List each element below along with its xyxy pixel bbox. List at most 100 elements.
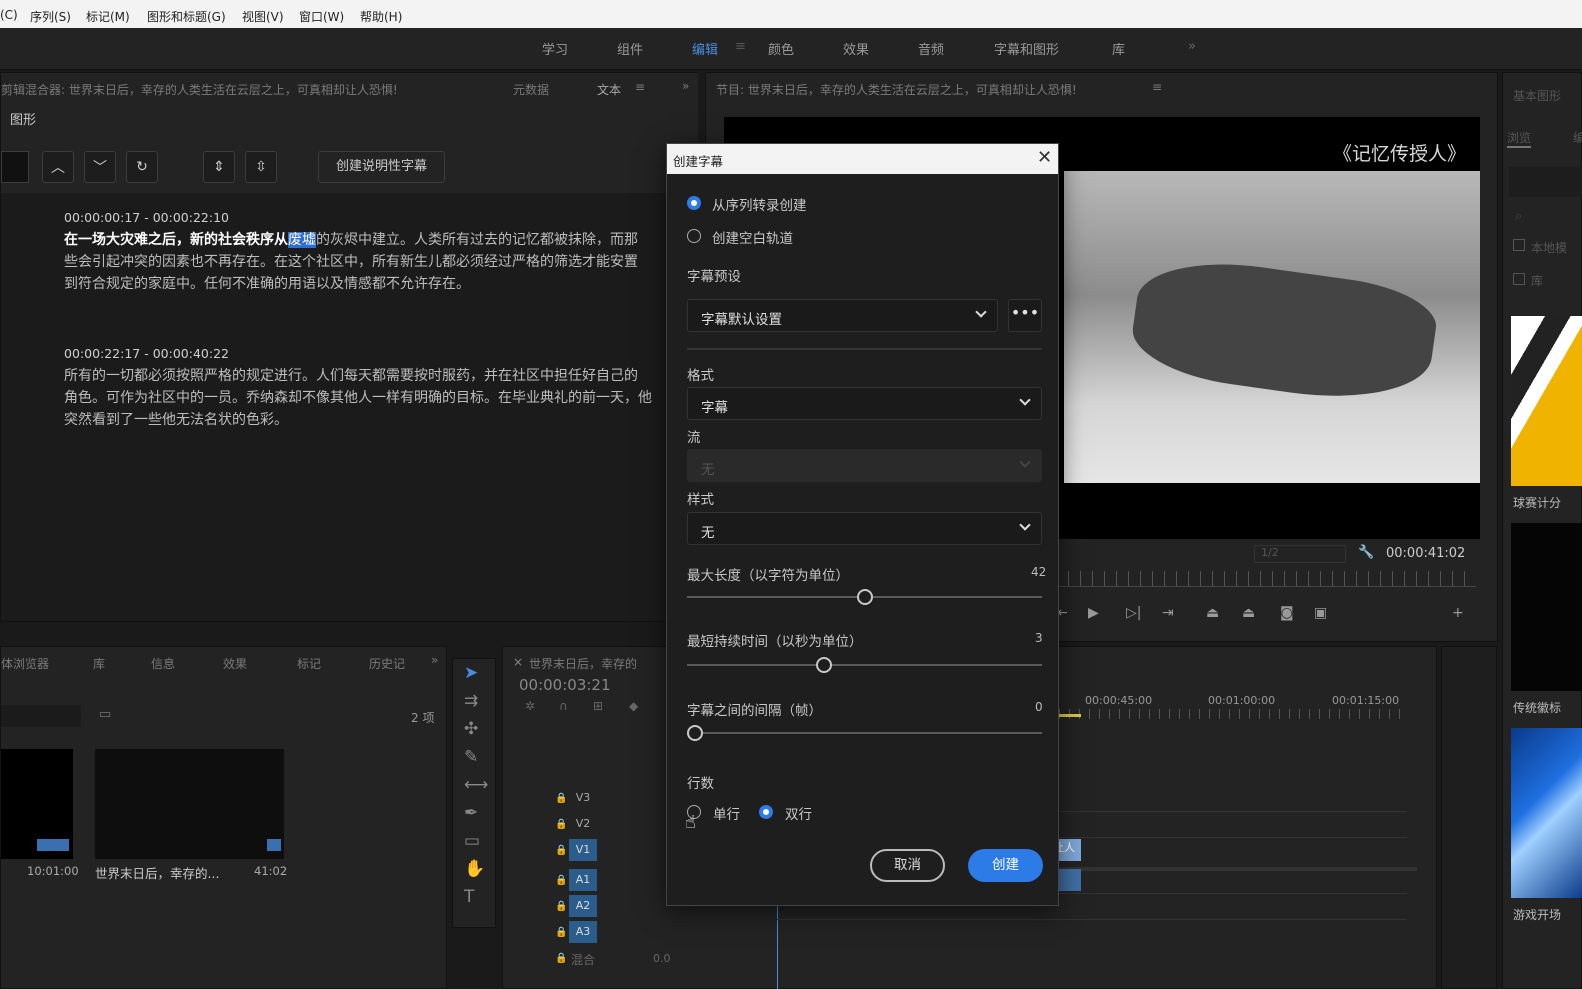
- project-search-input[interactable]: [1, 705, 81, 727]
- menu-help[interactable]: 帮助(H): [360, 8, 402, 25]
- single-line-label[interactable]: 单行: [713, 803, 740, 823]
- option-from-transcript-label[interactable]: 从序列转录创建: [712, 194, 807, 214]
- template-thumb-game[interactable]: [1511, 728, 1582, 898]
- create-button[interactable]: 创建: [968, 849, 1043, 882]
- panel-overflow-icon[interactable]: »: [431, 653, 438, 667]
- close-tab-icon[interactable]: ×: [513, 655, 523, 669]
- split-caption-icon[interactable]: ⇕: [203, 151, 235, 183]
- option-blank-track-label[interactable]: 创建空白轨道: [712, 227, 793, 247]
- panel-overflow-icon[interactable]: »: [682, 79, 689, 93]
- search-field[interactable]: [1, 151, 29, 183]
- menu-markers[interactable]: 标记(M): [86, 8, 130, 25]
- workspace-editing[interactable]: 编辑: [692, 39, 718, 58]
- search-icon[interactable]: ⌕: [1515, 209, 1522, 224]
- timeline-ruler[interactable]: [1059, 709, 1404, 719]
- radio-double-line[interactable]: [759, 805, 773, 819]
- template-thumb-scoreboard[interactable]: [1511, 316, 1582, 486]
- compare-icon[interactable]: ▣: [1314, 605, 1327, 621]
- tab-media-browser[interactable]: 体浏览器: [1, 655, 49, 672]
- tab-clip-mixer[interactable]: 剪辑混合器: 世界末日后，幸存的人类生活在云层之上，可真相却让人恐惧!: [1, 81, 476, 98]
- extract-icon[interactable]: ⏏: [1242, 605, 1255, 621]
- folder-icon[interactable]: ▭: [99, 707, 111, 722]
- workspace-learn[interactable]: 学习: [542, 39, 568, 58]
- workspace-menu-icon[interactable]: ≡: [735, 39, 746, 54]
- track-v3[interactable]: V3: [569, 787, 597, 809]
- track-v2[interactable]: V2: [569, 813, 597, 835]
- tab-history[interactable]: 历史记: [369, 655, 405, 672]
- tab-library[interactable]: 库: [93, 655, 105, 672]
- hand-icon[interactable]: ✋: [464, 859, 485, 879]
- mix-value[interactable]: 0.0: [653, 952, 671, 965]
- slip-icon[interactable]: ⟷: [464, 775, 488, 795]
- lock-icon[interactable]: 🔒: [555, 901, 567, 912]
- timeline-tab[interactable]: 世界末日后，幸存的: [529, 655, 637, 672]
- menu-sequence[interactable]: 序列(S): [30, 8, 71, 25]
- snap-icon[interactable]: ∩: [559, 699, 568, 713]
- type-tool-icon[interactable]: T: [464, 887, 474, 907]
- menu-window[interactable]: 窗口(W): [299, 8, 344, 25]
- tab-browse[interactable]: 浏览: [1507, 129, 1532, 148]
- tab-effects[interactable]: 效果: [223, 655, 247, 672]
- tab-text[interactable]: 文本: [597, 81, 621, 98]
- program-menu-icon[interactable]: ≡: [1152, 80, 1162, 94]
- add-button-icon[interactable]: +: [1452, 605, 1464, 621]
- track-select-icon[interactable]: ⇉: [464, 691, 478, 711]
- camera-icon[interactable]: ◙: [1280, 605, 1294, 621]
- marker-icon[interactable]: ◆: [629, 699, 638, 713]
- overflow-icon[interactable]: »: [1188, 39, 1196, 54]
- style-select[interactable]: 无: [687, 512, 1042, 545]
- radio-from-transcript[interactable]: [687, 196, 701, 210]
- subtab-graphics[interactable]: 图形: [10, 109, 36, 128]
- menu-clip[interactable]: (C): [0, 8, 18, 22]
- lock-icon[interactable]: 🔒: [555, 793, 567, 804]
- ripple-edit-icon[interactable]: ✣: [464, 719, 478, 739]
- tab-info[interactable]: 信息: [151, 655, 175, 672]
- next-icon[interactable]: ﹀: [84, 151, 116, 183]
- workspace-captions[interactable]: 字幕和图形: [994, 39, 1059, 58]
- step-forward-icon[interactable]: ▷|: [1126, 605, 1141, 621]
- razor-icon[interactable]: ✎: [464, 747, 478, 767]
- menu-view[interactable]: 视图(V): [242, 8, 284, 25]
- track-a3[interactable]: A3: [569, 921, 597, 943]
- min-duration-thumb[interactable]: [815, 657, 832, 673]
- template-thumb-logo[interactable]: [1511, 523, 1582, 691]
- checkbox-local[interactable]: [1513, 239, 1525, 251]
- track-a1[interactable]: A1: [569, 869, 597, 891]
- preset-select[interactable]: 字幕默认设置: [687, 299, 998, 332]
- radio-blank-track[interactable]: [687, 229, 701, 243]
- zoom-select[interactable]: 1/2: [1254, 545, 1346, 563]
- menu-graphics[interactable]: 图形和标题(G): [147, 8, 226, 25]
- play-icon[interactable]: ▶: [1088, 605, 1099, 621]
- workspace-assembly[interactable]: 组件: [617, 39, 643, 58]
- caption-entry-1[interactable]: 00:00:00:17 - 00:00:22:10 在一场大灾难之后，新的社会秩…: [64, 207, 669, 295]
- create-caption-button[interactable]: 创建说明性字幕: [318, 151, 445, 183]
- caption-entry-2[interactable]: 00:00:22:17 - 00:00:40:22 所有的一切都必须按照严格的规…: [64, 343, 669, 431]
- lock-icon[interactable]: 🔒: [555, 875, 567, 886]
- lock-icon[interactable]: 🔒: [555, 953, 567, 964]
- close-icon[interactable]: ✕: [1037, 147, 1052, 168]
- cancel-button[interactable]: 取消: [870, 849, 945, 882]
- workspace-libraries[interactable]: 库: [1112, 39, 1125, 58]
- gap-slider[interactable]: [687, 732, 1042, 734]
- more-options-button[interactable]: •••: [1008, 299, 1042, 332]
- lock-icon[interactable]: 🔒: [555, 845, 567, 856]
- track-a2[interactable]: A2: [569, 895, 597, 917]
- tab-markers[interactable]: 标记: [297, 655, 321, 672]
- timeline-timecode[interactable]: 00:00:03:21: [519, 676, 611, 694]
- workspace-color[interactable]: 颜色: [768, 39, 794, 58]
- browse-dropdown[interactable]: [1509, 167, 1582, 197]
- lock-icon[interactable]: 🔒: [555, 927, 567, 938]
- workspace-effects[interactable]: 效果: [843, 39, 869, 58]
- pen-icon[interactable]: ✒: [464, 803, 478, 823]
- track-v1[interactable]: V1: [569, 839, 597, 861]
- selection-tool-icon[interactable]: ➤: [464, 663, 478, 683]
- project-thumb[interactable]: [95, 749, 284, 859]
- workspace-audio[interactable]: 音频: [918, 39, 944, 58]
- wrench-icon[interactable]: 🔧: [1358, 545, 1374, 560]
- program-ruler[interactable]: [1056, 571, 1476, 587]
- max-length-thumb[interactable]: [856, 589, 873, 605]
- tab-menu-icon[interactable]: ≡: [635, 80, 645, 94]
- tab-edit[interactable]: 编: [1573, 129, 1582, 146]
- linked-icon[interactable]: ⊞: [593, 699, 603, 713]
- go-to-out-icon[interactable]: ⇥: [1162, 605, 1174, 621]
